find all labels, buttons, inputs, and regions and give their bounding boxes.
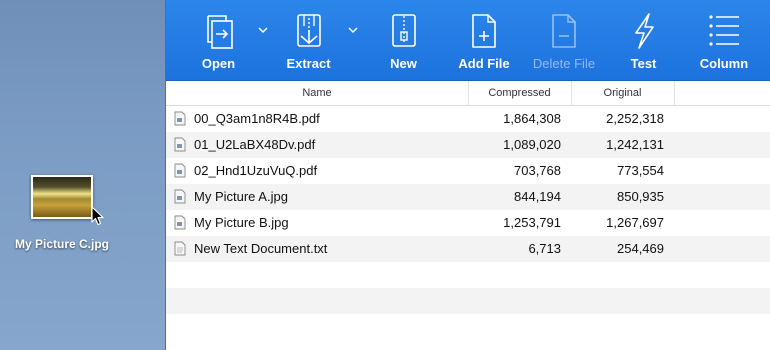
compressed-size: 1,253,791 bbox=[503, 215, 561, 230]
add-file-label: Add File bbox=[458, 56, 510, 71]
desktop-file-icon[interactable]: My Picture C.jpg bbox=[6, 175, 118, 251]
delete-file-button[interactable]: Delete File bbox=[529, 0, 599, 80]
test-label: Test bbox=[630, 56, 657, 71]
column-button[interactable]: Column bbox=[694, 0, 754, 80]
empty-row bbox=[166, 288, 770, 314]
extract-icon bbox=[296, 14, 321, 47]
original-size: 1,267,697 bbox=[606, 215, 664, 230]
open-label: Open bbox=[201, 56, 236, 71]
compressed-size: 1,864,308 bbox=[503, 111, 561, 126]
extract-button[interactable]: Extract bbox=[281, 0, 336, 80]
open-button[interactable]: Open bbox=[191, 0, 246, 80]
column-icon bbox=[709, 15, 739, 46]
test-button[interactable]: Test bbox=[616, 0, 671, 80]
file-name: New Text Document.txt bbox=[194, 241, 328, 256]
table-row[interactable]: My Picture B.jpg 1,253,791 1,267,697 bbox=[166, 210, 770, 236]
image-file-icon bbox=[174, 189, 186, 204]
column-header-compressed[interactable]: Compressed bbox=[468, 81, 572, 105]
new-button[interactable]: New bbox=[376, 0, 431, 80]
empty-row bbox=[166, 262, 770, 288]
open-dropdown-chevron-icon[interactable] bbox=[258, 26, 268, 34]
image-thumbnail bbox=[31, 175, 104, 226]
compressed-size: 703,768 bbox=[514, 163, 561, 178]
pdf-file-icon bbox=[174, 163, 186, 178]
file-name: My Picture B.jpg bbox=[194, 215, 289, 230]
original-size: 850,935 bbox=[617, 189, 664, 204]
original-size: 254,469 bbox=[617, 241, 664, 256]
text-file-icon bbox=[174, 241, 186, 256]
toolbar: Open Extract New Add File Delete File Te… bbox=[166, 0, 770, 81]
extract-dropdown-chevron-icon[interactable] bbox=[348, 26, 358, 34]
mouse-cursor-icon bbox=[91, 206, 104, 226]
delete-file-icon bbox=[552, 14, 576, 48]
test-icon bbox=[634, 13, 654, 49]
desktop: My Picture C.jpg bbox=[0, 0, 165, 350]
original-size: 773,554 bbox=[617, 163, 664, 178]
empty-row bbox=[166, 314, 770, 340]
archive-window: Open Extract New Add File Delete File Te… bbox=[165, 0, 770, 350]
image-file-icon bbox=[174, 215, 186, 230]
table-header: Name Compressed Original bbox=[166, 81, 770, 106]
extract-label: Extract bbox=[286, 56, 331, 71]
table-row[interactable]: New Text Document.txt 6,713 254,469 bbox=[166, 236, 770, 262]
file-name: 01_U2LaBX48Dv.pdf bbox=[194, 137, 316, 152]
delete-file-label: Delete File bbox=[532, 56, 596, 71]
open-icon bbox=[206, 15, 233, 49]
table-row[interactable]: 01_U2LaBX48Dv.pdf 1,089,020 1,242,131 bbox=[166, 132, 770, 158]
new-label: New bbox=[390, 56, 417, 71]
table-row[interactable]: My Picture A.jpg 844,194 850,935 bbox=[166, 184, 770, 210]
table-row[interactable]: 02_Hnd1UzuVuQ.pdf 703,768 773,554 bbox=[166, 158, 770, 184]
column-label: Column bbox=[699, 56, 749, 71]
pdf-file-icon bbox=[174, 111, 186, 126]
new-archive-icon bbox=[391, 14, 416, 47]
compressed-size: 844,194 bbox=[514, 189, 561, 204]
pdf-file-icon bbox=[174, 137, 186, 152]
file-name: My Picture A.jpg bbox=[194, 189, 288, 204]
compressed-size: 1,089,020 bbox=[503, 137, 561, 152]
original-size: 1,242,131 bbox=[606, 137, 664, 152]
column-header-name[interactable]: Name bbox=[166, 81, 469, 105]
column-header-original[interactable]: Original bbox=[571, 81, 675, 105]
original-size: 2,252,318 bbox=[606, 111, 664, 126]
compressed-size: 6,713 bbox=[528, 241, 561, 256]
table-row[interactable]: 00_Q3am1n8R4B.pdf 1,864,308 2,252,318 bbox=[166, 106, 770, 132]
file-name: 00_Q3am1n8R4B.pdf bbox=[194, 111, 320, 126]
file-name: 02_Hnd1UzuVuQ.pdf bbox=[194, 163, 318, 178]
file-list: 00_Q3am1n8R4B.pdf 1,864,308 2,252,318 01… bbox=[166, 106, 770, 340]
add-file-icon bbox=[472, 14, 496, 48]
add-file-button[interactable]: Add File bbox=[454, 0, 514, 80]
desktop-file-label: My Picture C.jpg bbox=[14, 237, 109, 251]
